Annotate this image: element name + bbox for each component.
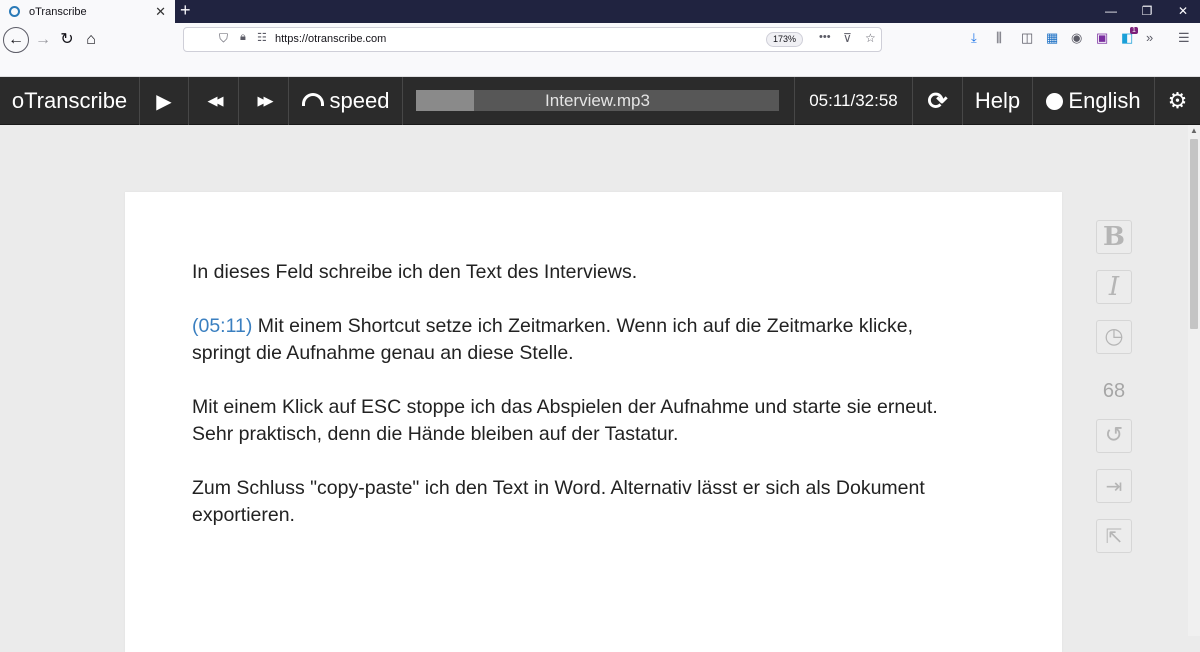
help-label: Help xyxy=(974,88,1021,113)
italic-button[interactable]: I xyxy=(1096,270,1132,304)
settings-button[interactable]: ⚙ xyxy=(1155,77,1200,125)
browser-navbar: ← → ↻ ⌂ ☆ ⛉ 🔒︎ ☷ https://otranscribe.com… xyxy=(0,23,1200,77)
language-label: English xyxy=(1068,88,1141,113)
paragraph-2[interactable]: (05:11) Mit einem Shortcut setze ich Zei… xyxy=(192,313,992,367)
clock-icon: ◷ xyxy=(1104,324,1124,349)
overflow-icon[interactable]: » xyxy=(1146,30,1153,45)
extension-grid-icon[interactable]: ▦ xyxy=(1046,30,1058,46)
notification-badge: 1 xyxy=(1130,27,1138,34)
help-button[interactable]: Help xyxy=(963,77,1033,125)
pocket-icon[interactable]: ⊽ xyxy=(843,31,852,45)
browser-tab-strip: oTranscribe ✕ + — ❐ ✕ xyxy=(0,0,1200,23)
home-icon[interactable]: ⌂ xyxy=(78,27,104,53)
player-section: Interview.mp3 xyxy=(403,77,795,125)
download-icon[interactable]: ⤓ xyxy=(971,30,977,46)
zoom-indicator[interactable]: 173% xyxy=(766,32,804,47)
globe-icon xyxy=(1046,92,1064,110)
export-button[interactable]: ⇱ xyxy=(1096,519,1132,553)
library-icon[interactable]: ⫼ xyxy=(996,30,1002,46)
fast-forward-icon: ▶▶ xyxy=(257,93,274,108)
paragraph-1[interactable]: In dieses Feld schreibe ich den Text des… xyxy=(192,259,992,286)
extension-purple-icon[interactable]: ▣ xyxy=(1096,30,1108,46)
shield-icon[interactable]: ⛉ xyxy=(219,31,228,46)
hamburger-menu-icon[interactable]: ☰ xyxy=(1178,30,1190,46)
gear-icon: ⚙ xyxy=(1167,88,1188,113)
paragraph-2-line-1: Mit einem Shortcut setze ich Zeitmarken.… xyxy=(257,315,914,337)
tab-title: oTranscribe xyxy=(29,5,87,18)
paragraph-3[interactable]: Mit einem Klick auf ESC stoppe ich das A… xyxy=(192,394,992,448)
lock-icon[interactable]: 🔒︎ xyxy=(240,31,246,44)
otranscribe-favicon-icon xyxy=(9,6,20,17)
scroll-up-icon[interactable]: ▲ xyxy=(1188,126,1200,135)
otranscribe-toolbar: oTranscribe ▶ ◀◀ ▶▶ speed Interview.mp3 … xyxy=(0,77,1200,125)
bold-button[interactable]: B xyxy=(1096,220,1132,254)
timestamp-link[interactable]: (05:11) xyxy=(192,315,252,337)
paragraph-4[interactable]: Zum Schluss "copy-paste" ich den Text in… xyxy=(192,475,992,529)
play-icon: ▶ xyxy=(156,90,172,113)
forward-button[interactable]: ▶▶ xyxy=(239,77,289,125)
new-tab-button[interactable]: + xyxy=(180,0,191,23)
close-window-button[interactable]: ✕ xyxy=(1164,0,1200,23)
language-button[interactable]: English xyxy=(1033,77,1155,125)
import-button[interactable]: ⇥ xyxy=(1096,469,1132,503)
paragraph-4-line-2: exportieren. xyxy=(192,504,295,526)
speed-button[interactable]: speed xyxy=(289,77,403,125)
paragraph-4-line-1: Zum Schluss "copy-paste" ich den Text in… xyxy=(192,477,925,499)
editor-area: In dieses Feld schreibe ich den Text des… xyxy=(0,125,1188,652)
rewind-icon: ◀◀ xyxy=(207,93,224,108)
tab-close-icon[interactable]: ✕ xyxy=(155,4,166,20)
reload-icon[interactable]: ↻ xyxy=(54,27,80,53)
url-bar[interactable]: ⛉ 🔒︎ ☷ https://otranscribe.com 173% ••• … xyxy=(183,27,882,52)
restore-button[interactable]: ❐ xyxy=(1128,0,1166,23)
page-actions-icon[interactable]: ••• xyxy=(819,31,831,43)
playback-progress-bar[interactable]: Interview.mp3 xyxy=(416,90,779,111)
scrollbar-thumb[interactable] xyxy=(1190,139,1198,329)
transcript-editor[interactable]: In dieses Feld schreibe ich den Text des… xyxy=(125,192,1062,652)
rewind-button[interactable]: ◀◀ xyxy=(189,77,239,125)
paragraph-2-line-2: springt die Aufnahme genau an diese Stel… xyxy=(192,342,574,364)
speed-label: speed xyxy=(329,88,390,113)
paragraph-3-line-1: Mit einem Klick auf ESC stoppe ich das A… xyxy=(192,396,938,418)
minimize-button[interactable]: — xyxy=(1092,0,1130,23)
paragraph-3-line-2: Sehr praktisch, denn die Hände bleiben a… xyxy=(192,423,679,445)
sidebar-icon[interactable]: ◫ xyxy=(1021,30,1033,46)
time-display: 05:11/32:58 xyxy=(795,77,913,125)
audio-filename: Interview.mp3 xyxy=(545,91,650,110)
reset-button[interactable]: ⟳ xyxy=(913,77,963,125)
bookmark-star-icon[interactable]: ☆ xyxy=(865,31,876,45)
refresh-icon: ⟳ xyxy=(927,87,948,115)
permissions-icon[interactable]: ☷ xyxy=(257,31,267,44)
account-icon[interactable]: ◉ xyxy=(1071,30,1082,46)
browser-tab[interactable]: oTranscribe ✕ xyxy=(0,0,175,23)
play-button[interactable]: ▶ xyxy=(140,77,189,125)
history-button[interactable]: ↺ xyxy=(1096,419,1132,453)
insert-timestamp-button[interactable]: ◷ xyxy=(1096,320,1132,354)
page-scrollbar[interactable]: ▲ xyxy=(1188,125,1200,636)
app-title: oTranscribe xyxy=(0,77,140,125)
share-icon: ⇱ xyxy=(1105,524,1123,548)
import-icon: ⇥ xyxy=(1105,474,1123,498)
history-icon: ↺ xyxy=(1104,423,1124,448)
url-text[interactable]: https://otranscribe.com xyxy=(275,33,386,45)
back-icon[interactable]: ← xyxy=(3,27,29,53)
forward-icon[interactable]: → xyxy=(30,27,56,53)
speedometer-icon xyxy=(301,93,324,106)
word-count: 68 xyxy=(1102,380,1126,402)
